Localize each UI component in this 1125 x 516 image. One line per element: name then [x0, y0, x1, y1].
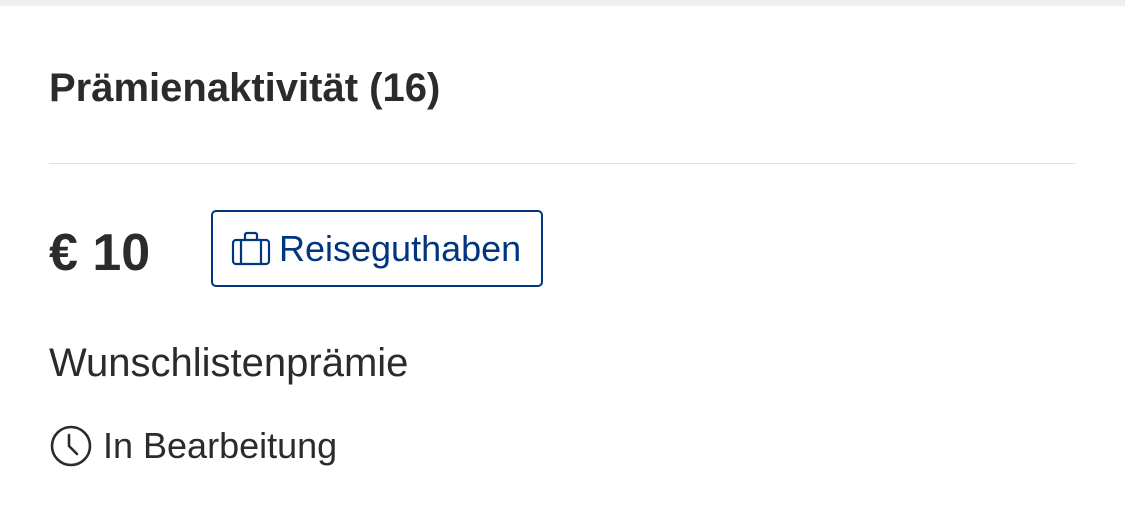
rewards-activity-card: Prämienaktivität (16) € 10 Reiseguthaben…: [0, 6, 1125, 516]
reward-name: Wunschlistenprämie: [49, 341, 409, 385]
reward-type-label: Reiseguthaben: [279, 227, 522, 269]
section-title: Prämienaktivität (16): [49, 66, 441, 110]
reward-type-badge: Reiseguthaben: [211, 210, 544, 287]
suitcase-icon: [231, 229, 271, 269]
clock-icon: [49, 424, 93, 468]
divider: [49, 163, 1076, 164]
reward-status: In Bearbeitung: [49, 424, 337, 468]
reward-status-label: In Bearbeitung: [103, 425, 338, 466]
reward-amount: € 10: [49, 224, 151, 282]
